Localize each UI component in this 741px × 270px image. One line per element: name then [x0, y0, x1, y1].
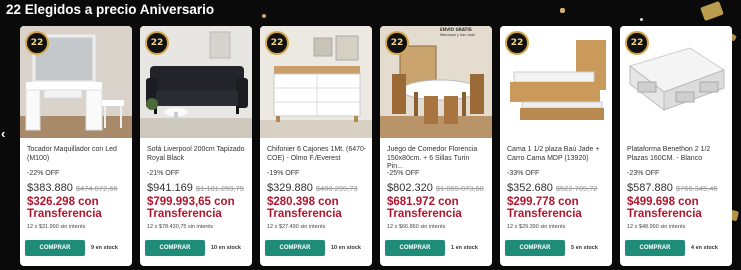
product-name[interactable]: Cama 1 1/2 plaza Baú Jade + Carro Cama M… — [507, 146, 607, 163]
sparkle-decoration — [560, 8, 565, 13]
product-card[interactable]: 22 Tocador Maquillador con Led (M100) -2… — [20, 26, 132, 266]
sparkle-decoration — [640, 18, 643, 21]
price-row: $352.680 $522.709,72 — [507, 182, 598, 194]
transfer-price: $681.972 con Transferencia — [387, 196, 462, 220]
buy-button[interactable]: COMPRAR — [265, 240, 325, 256]
product-name[interactable]: Sofá Liverpool 200cm Tapizado Royal Blac… — [147, 146, 247, 163]
anniversary-badge: 22 — [145, 31, 169, 55]
product-card[interactable]: 22 Chifonier 6 Cajones 1Mt. (6470-COE) -… — [260, 26, 372, 266]
installments-text: 12 x $78.430,75 sin interés — [147, 224, 214, 230]
discount-label: -22% OFF — [27, 170, 60, 177]
current-price: $587.880 — [627, 182, 673, 194]
sparkle-decoration — [700, 1, 724, 21]
old-price: $474.072,66 — [75, 184, 118, 193]
price-row: $802.320 $1.069.073,68 — [387, 182, 484, 194]
buy-button[interactable]: COMPRAR — [25, 240, 85, 256]
product-card[interactable]: 22 Sofá Liverpool 200cm Tapizado Royal B… — [140, 26, 252, 266]
price-row: $329.880 $408.299,73 — [267, 182, 358, 194]
installments-text: 12 x $27.490 sin interés — [267, 224, 326, 230]
transfer-price: $326.298 con Transferencia — [27, 196, 102, 220]
current-price: $352.680 — [507, 182, 553, 194]
stock-label: 10 en stock — [331, 245, 361, 251]
transfer-price: $299.778 con Transferencia — [507, 196, 582, 220]
installments-text: 12 x $31.990 sin interés — [27, 224, 86, 230]
free-shipping-banner: ENVIO GRATIS Mendoza y San Juan — [440, 27, 488, 44]
promo-subtitle: Mendoza y San Juan — [440, 32, 476, 37]
stock-label: 4 en stock — [691, 245, 718, 251]
anniversary-badge: 22 — [25, 31, 49, 55]
anniversary-badge: 22 — [505, 31, 529, 55]
old-price: $766.345,46 — [675, 184, 718, 193]
buy-button[interactable]: COMPRAR — [625, 240, 685, 256]
buy-button[interactable]: COMPRAR — [505, 240, 565, 256]
installments-text: 12 x $29.390 sin interés — [507, 224, 566, 230]
stock-label: 5 en stock — [571, 245, 598, 251]
stock-label: 10 en stock — [211, 245, 241, 251]
price-row: $383.880 $474.072,66 — [27, 182, 118, 194]
discount-label: -25% OFF — [387, 170, 420, 177]
discount-label: -21% OFF — [147, 170, 180, 177]
product-carousel: 22 Tocador Maquillador con Led (M100) -2… — [20, 26, 732, 266]
current-price: $383.880 — [27, 182, 73, 194]
old-price: $1.181.259,79 — [195, 184, 244, 193]
transfer-price: $280.398 con Transferencia — [267, 196, 342, 220]
current-price: $802.320 — [387, 182, 433, 194]
product-card[interactable]: ENVIO GRATIS Mendoza y San Juan 22 Juego … — [380, 26, 492, 266]
stock-label: 9 en stock — [91, 245, 118, 251]
section-title: 22 Elegidos a precio Aniversario — [6, 2, 215, 17]
discount-label: -19% OFF — [267, 170, 300, 177]
current-price: $941.169 — [147, 182, 193, 194]
old-price: $408.299,73 — [315, 184, 358, 193]
stock-label: 1 en stock — [451, 245, 478, 251]
buy-button[interactable]: COMPRAR — [145, 240, 205, 256]
anniversary-badge: 22 — [265, 31, 289, 55]
current-price: $329.880 — [267, 182, 313, 194]
old-price: $1.069.073,68 — [435, 184, 484, 193]
old-price: $522.709,72 — [555, 184, 598, 193]
anniversary-badge: 22 — [625, 31, 649, 55]
sparkle-decoration — [262, 14, 266, 18]
product-card[interactable]: 22 Cama 1 1/2 plaza Baú Jade + Carro Cam… — [500, 26, 612, 266]
product-name[interactable]: Juego de Comedor Florencia 150x80cm. + 6… — [387, 146, 487, 172]
product-name[interactable]: Chifonier 6 Cajones 1Mt. (6470-COE) - Ol… — [267, 146, 367, 163]
product-name[interactable]: Plataforma Benethon 2 1/2 Plazas 160CM. … — [627, 146, 727, 163]
installments-text: 12 x $66.860 sin interés — [387, 224, 446, 230]
price-row: $941.169 $1.181.259,79 — [147, 182, 244, 194]
discount-label: -33% OFF — [507, 170, 540, 177]
transfer-price: $499.698 con Transferencia — [627, 196, 702, 220]
buy-button[interactable]: COMPRAR — [385, 240, 445, 256]
anniversary-badge: 22 — [385, 31, 409, 55]
price-row: $587.880 $766.345,46 — [627, 182, 718, 194]
installments-text: 12 x $48.990 sin interés — [627, 224, 686, 230]
product-name[interactable]: Tocador Maquillador con Led (M100) — [27, 146, 127, 163]
discount-label: -23% OFF — [627, 170, 660, 177]
transfer-price: $799.993,65 con Transferencia — [147, 196, 235, 220]
product-card[interactable]: 22 Plataforma Benethon 2 1/2 Plazas 160C… — [620, 26, 732, 266]
chevron-left-icon[interactable]: ‹ — [1, 126, 5, 141]
